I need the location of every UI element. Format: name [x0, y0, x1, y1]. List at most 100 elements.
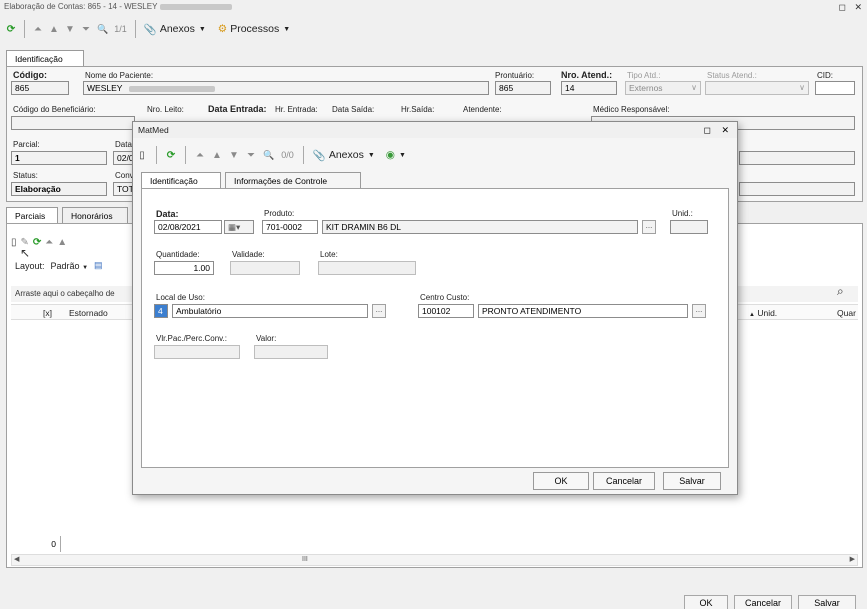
binoculars-search-icon[interactable]: 🔍 — [261, 145, 276, 165]
produto-name-field[interactable]: KIT DRAMIN B6 DL — [322, 220, 638, 234]
status-field[interactable]: Elaboração — [11, 182, 107, 196]
validade-field[interactable] — [230, 261, 300, 275]
paciente-label: Nome do Paciente: — [85, 71, 154, 80]
refresh-icon[interactable]: ⟳ — [33, 237, 41, 248]
chevron-down-icon: ▼ — [198, 25, 206, 33]
mouse-cursor-icon: ↖ — [20, 246, 31, 260]
first-record-icon[interactable]: ⏶ — [31, 19, 45, 39]
centro-custo-name-field[interactable]: PRONTO ATENDIMENTO — [478, 304, 688, 318]
dialog-title: MatMed — [138, 125, 169, 135]
window-controls[interactable]: ◻ ✕ — [838, 0, 865, 14]
dialog-anexos-button[interactable]: 📎 Anexos ▼ — [311, 145, 377, 165]
tab-honorarios[interactable]: Honorários — [62, 207, 128, 223]
medico-label: Médico Responsável: — [593, 105, 670, 114]
cancel-button[interactable]: Cancelar — [734, 595, 792, 609]
new-document-icon[interactable]: ▯ — [135, 145, 149, 165]
data-label: Data: — [156, 209, 179, 219]
codigo-label: Código: — [13, 70, 47, 80]
next-record-icon[interactable]: ▼ — [227, 145, 241, 165]
col-quar-header[interactable]: Quar — [837, 305, 856, 321]
binoculars-search-icon[interactable]: 🔍 — [95, 19, 110, 39]
dialog-save-button[interactable]: Salvar — [663, 472, 721, 490]
prontuario-field[interactable]: 865 — [495, 81, 551, 95]
vlr-pac-field[interactable] — [154, 345, 240, 359]
tipo-atd-value: Externos — [629, 83, 663, 93]
refresh-icon[interactable]: ⟳ — [4, 19, 18, 39]
record-counter: 1/1 — [114, 24, 127, 34]
tipo-atd-label: Tipo Atd.: — [627, 71, 661, 80]
dialog-window-controls[interactable]: ◻ ✕ — [703, 122, 733, 138]
prev-record-icon[interactable]: ▲ — [210, 145, 224, 165]
local-uso-code-field[interactable]: 4 — [154, 304, 168, 318]
paperclip-icon: 📎 — [312, 149, 326, 162]
next-record-icon[interactable]: ▼ — [63, 19, 77, 39]
dialog-anexos-label: Anexos — [328, 149, 364, 161]
tab-identificacao[interactable]: Identificação — [6, 50, 84, 66]
right-field-row4[interactable] — [739, 182, 855, 196]
produto-lookup-button[interactable]: ... — [642, 220, 656, 234]
globe-menu-button[interactable]: ◉ ▼ — [384, 145, 408, 165]
scroll-right-icon[interactable]: ▶ — [850, 555, 855, 565]
local-uso-lookup-button[interactable]: ... — [372, 304, 386, 318]
valor-field[interactable] — [254, 345, 328, 359]
produto-code-field[interactable]: 701-0002 — [262, 220, 318, 234]
dialog-ok-button[interactable]: OK — [533, 472, 589, 490]
col-x-header[interactable]: [x] — [43, 305, 52, 321]
tab-parciais[interactable]: Parciais — [6, 207, 58, 223]
cid-field[interactable] — [815, 81, 855, 95]
anexos-label: Anexos — [159, 23, 195, 35]
status-atend-select[interactable]: ∨ — [705, 81, 809, 95]
layout-save-icon[interactable]: ▤ — [94, 260, 103, 271]
first-record-icon[interactable]: ⏶ — [193, 145, 207, 165]
centro-custo-lookup-button[interactable]: ... — [692, 304, 706, 318]
quantidade-label: Quantidade: — [156, 250, 200, 259]
col-estornado-header[interactable]: Estornado — [69, 305, 108, 321]
scroll-left-icon[interactable]: ◀ — [14, 555, 19, 565]
calendar-dropdown[interactable]: ▦▾ — [224, 220, 254, 234]
prev-record-icon[interactable]: ▲ — [47, 19, 61, 39]
last-record-icon[interactable]: ⏷ — [79, 19, 93, 39]
quantidade-field[interactable]: 1.00 — [154, 261, 214, 275]
toolbar-separator — [134, 20, 136, 38]
prev-record-icon[interactable]: ▲ — [57, 237, 67, 248]
parcial-field[interactable]: 1 — [11, 151, 107, 165]
main-toolbar: ⟳ ⏶ ▲ ▼ ⏷ 🔍 1/1 📎 Anexos ▼ ⚙ Processos ▼ — [0, 16, 867, 42]
matmed-dialog: MatMed ◻ ✕ ▯ ⟳ ⏶ ▲ ▼ ⏷ 🔍 0/0 📎 Anexos ▼ … — [132, 121, 738, 495]
last-record-icon[interactable]: ⏷ — [244, 145, 258, 165]
nro-atend-field[interactable]: 14 — [561, 81, 617, 95]
right-field-row3[interactable] — [739, 151, 855, 165]
first-record-icon[interactable]: ⏶ — [45, 237, 53, 248]
beneficiario-field[interactable] — [11, 116, 135, 130]
lote-field[interactable] — [318, 261, 416, 275]
chevron-down-icon: ▼ — [398, 151, 406, 159]
anexos-button[interactable]: 📎 Anexos ▼ — [142, 19, 208, 39]
codigo-field[interactable]: 865 — [11, 81, 69, 95]
ok-button[interactable]: OK — [684, 595, 728, 609]
dialog-record-counter: 0/0 — [281, 150, 294, 160]
processes-icon: ⚙ — [217, 23, 228, 35]
horizontal-scrollbar[interactable]: ◀ III ▶ — [11, 554, 858, 566]
data-saida-label: Data Saída: — [332, 105, 375, 114]
dialog-cancel-button[interactable]: Cancelar — [593, 472, 655, 490]
chevron-down-icon: ∨ — [691, 83, 697, 92]
centro-custo-code-field[interactable]: 100102 — [418, 304, 474, 318]
unid-field[interactable] — [670, 220, 708, 234]
local-uso-label: Local de Uso: — [156, 293, 205, 302]
save-button[interactable]: Salvar — [798, 595, 856, 609]
refresh-icon[interactable]: ⟳ — [164, 145, 178, 165]
paciente-field[interactable]: WESLEY — [83, 81, 489, 95]
search-icon[interactable]: ⌕ — [837, 284, 844, 299]
processos-button[interactable]: ⚙ Processos ▼ — [216, 19, 292, 39]
dialog-tab-identificacao[interactable]: Identificação — [141, 172, 221, 188]
tipo-atd-select[interactable]: Externos ∨ — [625, 81, 701, 95]
scroll-thumb[interactable]: III — [302, 555, 308, 565]
new-record-icon[interactable]: ▯ — [11, 237, 17, 248]
data-field[interactable]: 02/08/2021 — [154, 220, 222, 234]
padrao-dropdown[interactable]: Padrão ▼ — [51, 261, 89, 271]
local-uso-name-field[interactable]: Ambulatório — [172, 304, 368, 318]
col-unid-header[interactable]: ▲ Unid. — [749, 305, 777, 321]
dialog-tab-informacoes-controle[interactable]: Informações de Controle — [225, 172, 361, 188]
redacted-surname — [128, 85, 215, 92]
chevron-down-icon: ▼ — [283, 25, 291, 33]
cid-label: CID: — [817, 71, 833, 80]
